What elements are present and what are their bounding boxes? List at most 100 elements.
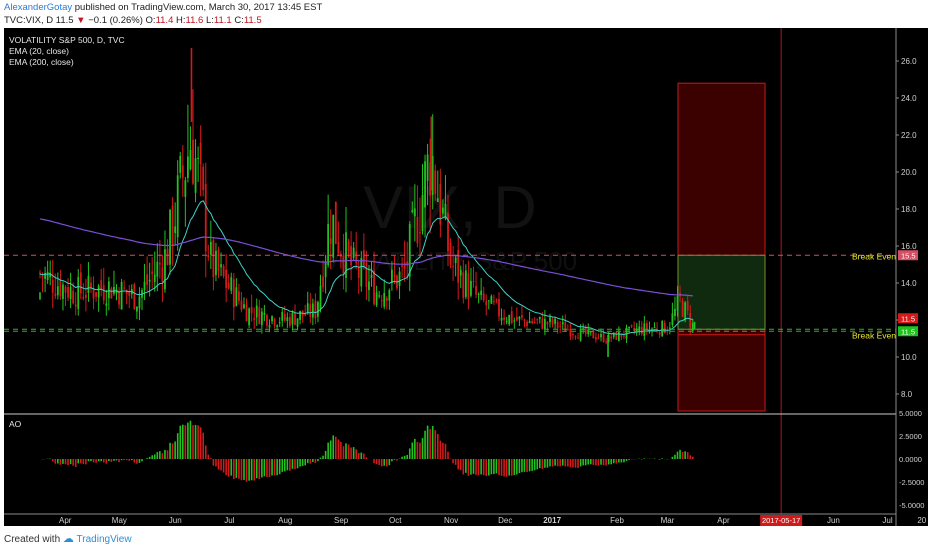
candle-body [421, 194, 424, 232]
candle-body [551, 319, 554, 325]
candle-body [276, 325, 279, 327]
candle-body [426, 154, 429, 181]
candle-body [334, 201, 337, 244]
candle-body [179, 155, 182, 173]
candle-body [232, 279, 235, 308]
candle-body [54, 293, 57, 296]
candle-body [559, 325, 562, 327]
y-tick-label: 8.0 [901, 390, 913, 399]
candle-body [240, 300, 243, 310]
author-link[interactable]: AlexanderGotay [4, 2, 72, 13]
candle-body [352, 247, 355, 258]
candle-body [217, 249, 220, 272]
candle-body [181, 165, 184, 178]
candle-body [133, 284, 136, 310]
candle-body [442, 207, 444, 214]
symbol-name[interactable]: TVC:VIX, D [4, 15, 53, 26]
candle-body [192, 139, 194, 184]
candle-body [528, 321, 531, 324]
ao-label[interactable]: AO [9, 419, 22, 429]
publish-line: AlexanderGotay published on TradingView.… [4, 2, 322, 13]
candle-body [566, 329, 569, 331]
candle-body [199, 142, 202, 165]
tradingview-logo-icon: ☁ [62, 533, 74, 545]
candle-body [260, 311, 263, 326]
y-tick-label: 16.0 [901, 242, 917, 251]
candle-body [370, 274, 373, 278]
candle-body [472, 280, 475, 283]
candle-body [174, 226, 177, 234]
candle-body [668, 327, 671, 329]
candle-body [197, 157, 199, 159]
ao-tick-label: -2.5000 [899, 478, 924, 487]
candle-body [294, 312, 296, 325]
candle-body [355, 251, 358, 264]
candle-body [368, 281, 370, 291]
candle-body [309, 304, 312, 317]
candle-body [658, 332, 661, 335]
x-tick-label: Aug [278, 516, 292, 525]
candle-body [569, 329, 572, 337]
price-chart[interactable]: VIX, D VOLATILITY S&P 500 Break EvenBrea… [0, 28, 932, 528]
candle-body [681, 300, 684, 317]
candle-body [500, 317, 503, 321]
candle-body [508, 314, 511, 325]
legend-ema20[interactable]: EMA (20, close) [9, 46, 69, 56]
candle-body [674, 308, 676, 317]
candle-body [283, 313, 286, 321]
candle-body [161, 267, 164, 283]
candle-body [153, 274, 156, 282]
candle-body [281, 312, 284, 321]
x-tick-label: May [112, 516, 127, 525]
candle-body [102, 285, 105, 301]
candle-body [515, 316, 518, 321]
candle-body [222, 266, 225, 277]
candle-body [388, 290, 391, 301]
candle-body [268, 325, 271, 328]
y-tick-label: 26.0 [901, 57, 917, 66]
candle-body [289, 317, 291, 326]
candle-body [258, 307, 261, 324]
candle-body [470, 280, 472, 296]
candle-body [118, 291, 120, 305]
candle-body [628, 326, 630, 329]
candle-body [164, 249, 166, 290]
candle-body [383, 292, 386, 307]
candle-body [544, 319, 546, 329]
candle-body [526, 321, 528, 327]
y-tick-label: 14.0 [901, 279, 917, 288]
candle-body [271, 316, 273, 322]
candle-body [278, 322, 281, 324]
x-tick-label: Jun [827, 516, 840, 525]
high-value: 11.6 [185, 15, 204, 26]
candle-body [398, 271, 401, 286]
candle-body [462, 272, 465, 298]
candle-body [202, 166, 205, 190]
legend-ema200[interactable]: EMA (200, close) [9, 57, 74, 67]
candle-body [146, 274, 148, 285]
candle-body [436, 198, 439, 202]
candle-body [123, 287, 126, 289]
candle-body [393, 275, 396, 277]
tradingview-brand[interactable]: TradingView [77, 534, 132, 545]
y-tick-label: 20.0 [901, 168, 917, 177]
candle-body [661, 320, 664, 337]
candle-body [220, 264, 222, 268]
x-tick-label: 20 [917, 516, 926, 525]
x-tick-label: Jul [882, 516, 892, 525]
candle-body [176, 175, 179, 238]
y-tick-label: 10.0 [901, 353, 917, 362]
candle-body [521, 315, 523, 318]
candle-body [385, 297, 388, 301]
legend-series[interactable]: VOLATILITY S&P 500, D, TVC [9, 35, 125, 45]
candle-body [413, 208, 416, 217]
candle-body [87, 276, 90, 293]
y-tick-label: 18.0 [901, 205, 917, 214]
candle-body [296, 318, 299, 327]
candle-body [46, 271, 49, 281]
candle-body [158, 262, 161, 265]
candle-body [597, 337, 600, 339]
ao-tick-label: 5.0000 [899, 409, 922, 418]
candle-body [467, 273, 470, 300]
candle-body [434, 170, 437, 194]
